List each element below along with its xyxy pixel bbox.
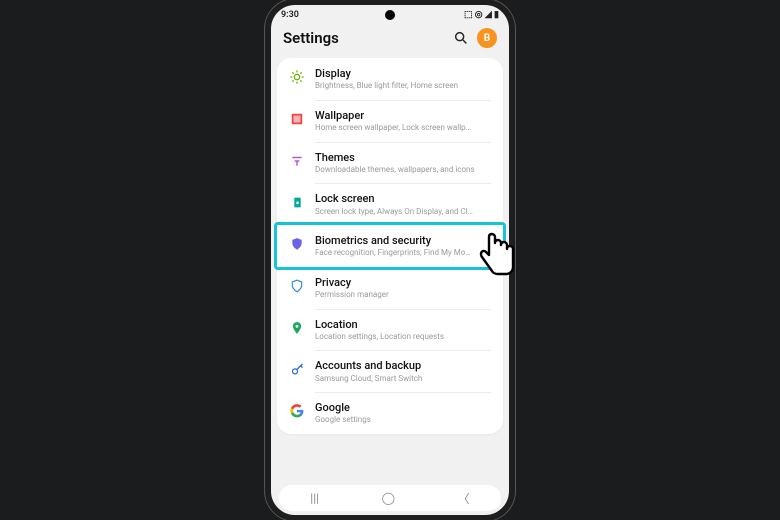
item-title: Google [315, 401, 371, 414]
settings-item-themes[interactable]: Themes Downloadable themes, wallpapers, … [277, 142, 503, 184]
key-icon [289, 361, 305, 377]
palette-icon [289, 153, 305, 169]
item-subtitle: Downloadable themes, wallpapers, and ico… [315, 165, 475, 175]
page-title: Settings [283, 29, 339, 47]
item-title: Themes [315, 151, 475, 164]
settings-item-display[interactable]: Display Brightness, Blue light filter, H… [277, 58, 503, 100]
settings-item-google[interactable]: Google Google settings [277, 392, 503, 434]
settings-item-lock-screen[interactable]: Lock screen Screen lock type, Always On … [277, 183, 503, 225]
settings-list: Display Brightness, Blue light filter, H… [277, 58, 503, 434]
search-icon[interactable] [453, 30, 469, 46]
item-subtitle: Face recognition, Fingerprints, Find My … [315, 248, 475, 258]
settings-item-privacy[interactable]: Privacy Permission manager [277, 267, 503, 309]
status-right: ⬚ ◎ ◢ ▮ [464, 10, 499, 20]
hand-cursor-icon [475, 231, 519, 283]
settings-item-location[interactable]: Location Location settings, Location req… [277, 309, 503, 351]
status-time: 9:30 [281, 10, 299, 20]
nav-bar: ||| ◯ 〈 [279, 485, 501, 511]
nav-home-button[interactable]: ◯ [382, 491, 395, 505]
item-title: Accounts and backup [315, 359, 422, 372]
item-subtitle: Samsung Cloud, Smart Switch [315, 374, 422, 384]
lock-icon [289, 194, 305, 210]
google-icon [289, 403, 305, 419]
shield-outline-icon [289, 278, 305, 294]
front-camera [385, 10, 395, 20]
nav-recent-button[interactable]: ||| [310, 491, 319, 505]
pin-icon [289, 320, 305, 336]
item-subtitle: Google settings [315, 415, 371, 425]
settings-item-accounts-backup[interactable]: Accounts and backup Samsung Cloud, Smart… [277, 350, 503, 392]
settings-item-wallpaper[interactable]: Wallpaper Home screen wallpaper, Lock sc… [277, 100, 503, 142]
item-subtitle: Location settings, Location requests [315, 332, 444, 342]
app-header: Settings B [271, 22, 509, 58]
nav-back-button[interactable]: 〈 [458, 490, 470, 507]
item-title: Wallpaper [315, 109, 475, 122]
sun-icon [289, 69, 305, 85]
item-title: Privacy [315, 276, 389, 289]
item-title: Display [315, 67, 458, 80]
image-icon [289, 111, 305, 127]
profile-avatar[interactable]: B [477, 28, 497, 48]
shield-icon [289, 236, 305, 252]
item-subtitle: Screen lock type, Always On Display, and… [315, 207, 475, 217]
item-title: Biometrics and security [315, 234, 475, 247]
settings-item-biometrics-security[interactable]: Biometrics and security Face recognition… [277, 225, 503, 267]
item-subtitle: Home screen wallpaper, Lock screen wallp… [315, 123, 475, 133]
avatar-initial: B [484, 33, 490, 44]
item-subtitle: Brightness, Blue light filter, Home scre… [315, 81, 458, 91]
item-subtitle: Permission manager [315, 290, 389, 300]
item-title: Location [315, 318, 444, 331]
item-title: Lock screen [315, 192, 475, 205]
